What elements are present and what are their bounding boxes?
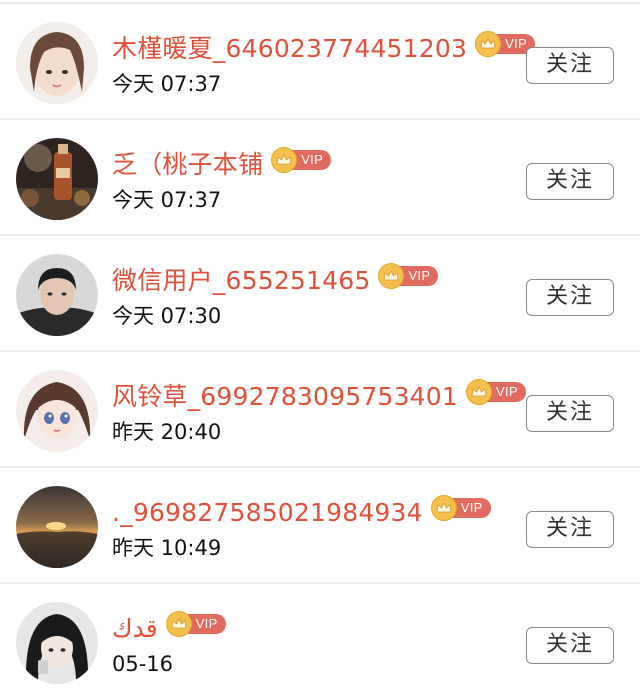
- vip-badge: VIP: [378, 263, 439, 289]
- username[interactable]: 风铃草_6992783095753401: [112, 377, 458, 417]
- name-line: 风铃草_6992783095753401 VIP: [112, 377, 526, 417]
- follow-button[interactable]: 关注: [526, 627, 614, 664]
- avatar-anime-doll-icon: [16, 370, 98, 452]
- username[interactable]: قدك: [112, 609, 158, 649]
- list-item[interactable]: 微信用户_655251465 VIP 今天 07:30 关注: [0, 236, 640, 352]
- vip-badge: VIP: [430, 495, 491, 521]
- list-item[interactable]: قدك VIP 05-16 关注: [0, 584, 640, 700]
- follow-time: 昨天 10:49: [112, 536, 222, 560]
- list-item[interactable]: 木槿暖夏_646023774451203 VIP 今天 07:37 关注: [0, 4, 640, 120]
- name-line: 乏（桃子本铺 VIP: [112, 145, 332, 185]
- avatar[interactable]: [16, 602, 98, 684]
- username[interactable]: 微信用户_655251465: [112, 261, 370, 301]
- follow-button[interactable]: 关注: [526, 511, 614, 548]
- avatar[interactable]: [16, 138, 98, 220]
- avatar-product-bottle-icon: [16, 138, 98, 220]
- username[interactable]: 乏（桃子本铺: [112, 145, 263, 185]
- vip-badge: VIP: [466, 379, 526, 405]
- username[interactable]: ._969827585021984934: [112, 493, 423, 533]
- follow-button[interactable]: 关注: [526, 279, 614, 316]
- avatar-girl-photo-icon: [16, 22, 98, 104]
- name-line: 微信用户_655251465 VIP: [112, 261, 439, 301]
- username[interactable]: 木槿暖夏_646023774451203: [112, 29, 467, 69]
- list-item[interactable]: ._969827585021984934 VIP 昨天 10:49 关注: [0, 468, 640, 584]
- avatar[interactable]: [16, 22, 98, 104]
- crown-icon: [475, 31, 502, 57]
- follow-button[interactable]: 关注: [526, 47, 614, 84]
- follower-list: 木槿暖夏_646023774451203 VIP 今天 07:37 关注 乏（桃…: [0, 0, 640, 690]
- crown-icon: [165, 611, 192, 637]
- name-line: 木槿暖夏_646023774451203 VIP: [112, 29, 535, 69]
- follow-time: 今天 07:37: [112, 188, 222, 212]
- follow-button[interactable]: 关注: [526, 395, 614, 432]
- list-item[interactable]: 乏（桃子本铺 VIP 今天 07:37 关注: [0, 120, 640, 236]
- crown-icon: [430, 495, 457, 521]
- follow-time: 05-16: [112, 652, 174, 676]
- avatar[interactable]: [16, 370, 98, 452]
- follow-time: 今天 07:30: [112, 304, 222, 328]
- name-line: ._969827585021984934 VIP: [112, 493, 491, 533]
- follow-time: 今天 07:37: [112, 72, 222, 96]
- avatar-sunset-icon: [16, 486, 98, 568]
- avatar[interactable]: [16, 254, 98, 336]
- avatar-girl-bw-icon: [16, 602, 98, 684]
- crown-icon: [466, 379, 492, 405]
- follow-time: 昨天 20:40: [112, 420, 222, 444]
- follow-button[interactable]: 关注: [526, 163, 614, 200]
- avatar[interactable]: [16, 486, 98, 568]
- vip-badge: VIP: [271, 147, 332, 173]
- vip-badge: VIP: [165, 611, 226, 637]
- avatar-man-photo-icon: [16, 254, 98, 336]
- name-line: قدك VIP: [112, 609, 226, 649]
- list-item[interactable]: 风铃草_6992783095753401 VIP 昨天 20:40 关注: [0, 352, 640, 468]
